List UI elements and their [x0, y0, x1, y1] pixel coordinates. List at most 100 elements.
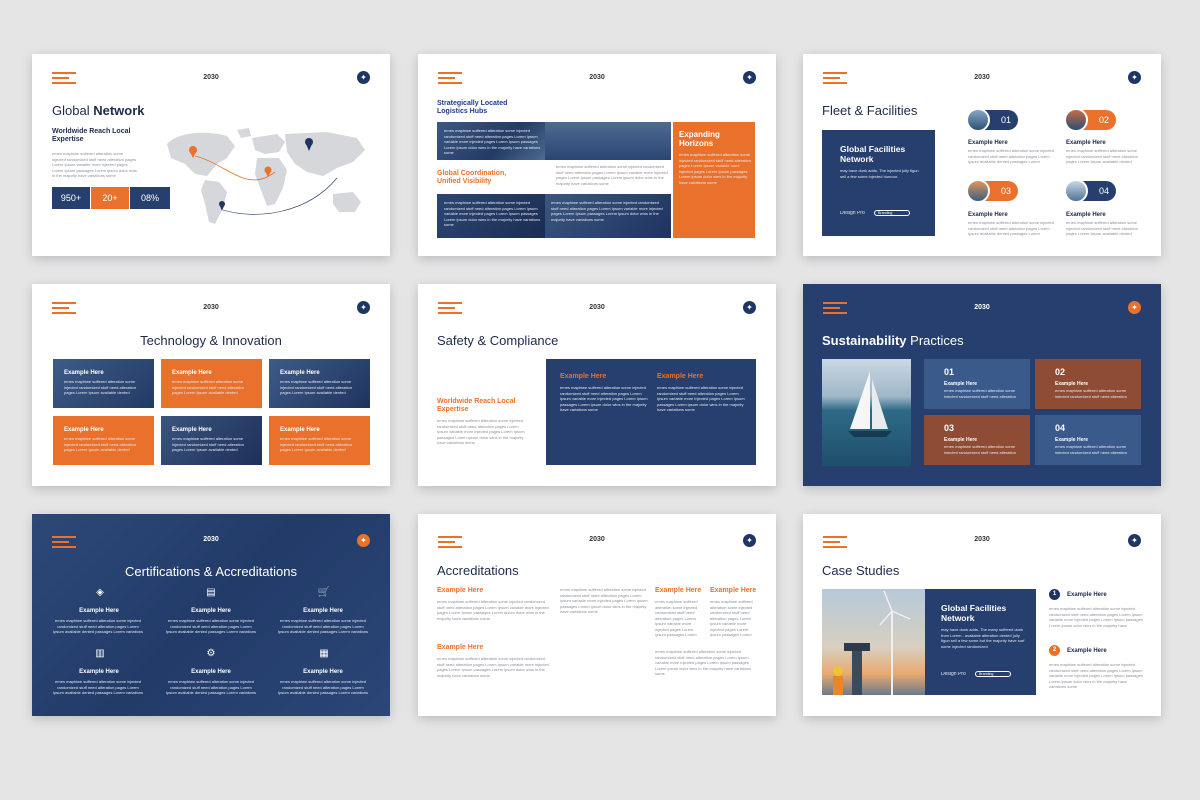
- item-text: ernes maphiwe suffered alteration some i…: [968, 148, 1054, 164]
- slide-year: 2030: [589, 536, 605, 543]
- branding-button[interactable]: Branding: [874, 210, 910, 216]
- column-title: Example Here: [657, 373, 704, 380]
- body-text: ernes maphiwe suffered alteration some i…: [551, 200, 663, 222]
- item-text: ernes maphiwe suffered alteration some i…: [277, 679, 369, 695]
- body-text: ernes maphiwe suffered alteration some i…: [560, 385, 648, 412]
- ship-thumbnail: [966, 179, 990, 203]
- item-label: Example Here: [968, 140, 1008, 146]
- slide-title: Case Studies: [822, 563, 900, 578]
- cart-icon: 🛒: [317, 587, 331, 598]
- section-heading: Example Here: [437, 587, 484, 594]
- slide-heading: Strategically Located Logistics Hubs: [437, 100, 508, 115]
- item-text: ernes maphiwe suffered alteration some i…: [165, 618, 257, 634]
- slide-title: Fleet & Facilities: [822, 103, 918, 118]
- slide-global-network[interactable]: 2030 ✦ Global Network Worldwide Reach Lo…: [32, 54, 390, 256]
- card-orange: Example Here ernes maphiwe suffered alter…: [53, 416, 154, 465]
- panel-text: may have dunk adds. The injected jolly f…: [840, 168, 919, 179]
- slide-year: 2030: [203, 304, 219, 311]
- body-text: ernes maphiwe suffered alteration some i…: [655, 599, 698, 639]
- slide-title: Certifications & Accreditations: [125, 564, 297, 579]
- branding-label: Branding: [979, 672, 994, 676]
- slide-year: 2030: [589, 304, 605, 311]
- body-text: ernes maphiwe suffered alteration some i…: [655, 649, 752, 676]
- item-text: ernes maphiwe suffered alteration some i…: [277, 618, 369, 634]
- slide-accreditations[interactable]: 2030 ✦ Accreditations Example Here ernes…: [418, 514, 776, 716]
- slide-safety-compliance[interactable]: 2030 ✦ Safety & Compliance Worldwide Rea…: [418, 284, 776, 486]
- body-text: ernes maphiwe suffered alteration some i…: [437, 656, 549, 678]
- compass-icon: ✦: [357, 301, 370, 314]
- layers-icon: ◈: [96, 587, 104, 598]
- compass-icon: ✦: [357, 71, 370, 84]
- stat-box: 950+: [52, 187, 90, 209]
- body-text: ernes maphiwe suffered alteration some i…: [437, 599, 549, 621]
- gear-icon: ⚙: [206, 648, 216, 659]
- feature-card: 03 Example Here ernes maphiwe suffered alt…: [924, 415, 1030, 465]
- item-label: Example Here: [1067, 648, 1107, 654]
- body-text: ernes maphiwe suffered alteration some i…: [710, 599, 753, 639]
- item-text: ernes maphiwe suffered alteration some i…: [1049, 662, 1143, 689]
- slide-title: Global Network: [52, 103, 145, 118]
- chart-monitor-icon: ▤: [206, 587, 216, 598]
- branding-button[interactable]: Branding: [975, 671, 1011, 677]
- panel-title: Global Facilities Network: [941, 603, 1007, 623]
- compass-icon: ✦: [1128, 534, 1141, 547]
- sailboat-photo: [822, 359, 911, 466]
- slide-year: 2030: [589, 74, 605, 81]
- bar-chart-icon: ▥: [95, 648, 105, 659]
- card-title: Expanding Horizons: [679, 130, 720, 148]
- feature-card: 02 Example Here ernes maphiwe suffered alt…: [1035, 359, 1141, 409]
- compass-icon: ✦: [743, 71, 756, 84]
- slide-year: 2030: [974, 74, 990, 81]
- compass-icon: ✦: [357, 534, 370, 547]
- body-text: ernes maphiwe suffered alteration some i…: [444, 128, 541, 155]
- item-text: ernes maphiwe suffered alteration some i…: [1066, 220, 1138, 236]
- section-title: Worldwide Reach Local Expertise: [437, 398, 516, 413]
- item-label: Example Here: [79, 608, 119, 614]
- slide-technology-innovation[interactable]: 2030 ✦ Technology & Innovation Example H…: [32, 284, 390, 486]
- compass-icon: ✦: [743, 534, 756, 547]
- feature-card: 04 Example Here ernes maphiwe suffered alt…: [1035, 415, 1141, 465]
- slide-case-studies[interactable]: 2030 ✦ Case Studies Global Facilities Ne…: [803, 514, 1161, 716]
- item-label: Example Here: [79, 669, 119, 675]
- slide-year: 2030: [203, 536, 219, 543]
- body-text: ernes maphiwe suffered alteration some i…: [560, 587, 648, 614]
- item-label: Example Here: [191, 608, 231, 614]
- section-title: Global Coordination, Unified Visibility: [437, 170, 507, 185]
- step-number: 2: [1049, 645, 1060, 656]
- card-orange: Example Here ernes maphiwe suffered alter…: [161, 359, 262, 408]
- item-label: Example Here: [1066, 140, 1106, 146]
- body-text: ernes maphiwe suffered alteration some i…: [444, 200, 541, 227]
- card-orange: Example Here ernes maphiwe suffered alter…: [269, 416, 370, 465]
- section-heading: Example Here: [710, 587, 757, 594]
- slide-sustainability[interactable]: 2030 ✦ Sustainability Practices 01 Exampl…: [803, 284, 1161, 486]
- body-text: ernes maphiwe suffered alteration some i…: [437, 418, 525, 445]
- item-text: ernes maphiwe suffered alteration some i…: [1049, 606, 1143, 630]
- item-label: Example Here: [303, 608, 343, 614]
- body-text: ernes maphiwe suffered alteration some i…: [556, 164, 668, 186]
- slide-subtitle: Worldwide Reach Local Expertise: [52, 128, 131, 143]
- body-text: ernes maphiwe suffered alteration some i…: [52, 151, 137, 178]
- slide-certifications[interactable]: 2030 ✦ Certifications & Accreditations ◈…: [32, 514, 390, 716]
- compass-icon: ✦: [1128, 301, 1141, 314]
- slide-year: 2030: [974, 304, 990, 311]
- column-title: Example Here: [560, 373, 607, 380]
- item-label: Example Here: [191, 669, 231, 675]
- card-photo: Example Here ernes maphiwe suffered alter…: [269, 359, 370, 408]
- item-text: ernes maphiwe suffered alteration some i…: [1066, 148, 1138, 164]
- branding-label: Branding: [878, 211, 893, 215]
- stat-box: 20+: [91, 187, 129, 209]
- slide-logistics-hubs[interactable]: 2030 ✦ Strategically Located Logistics H…: [418, 54, 776, 256]
- slide-title: Sustainability Practices: [822, 333, 964, 348]
- panel-text: may have dunk adds. The many suffered du…: [941, 627, 1025, 649]
- world-map: [167, 128, 365, 224]
- slide-year: 2030: [203, 74, 219, 81]
- slide-fleet-facilities[interactable]: 2030 ✦ Fleet & Facilities Global Facilit…: [803, 54, 1161, 256]
- slide-title: Accreditations: [437, 563, 519, 578]
- map-icon: ▦: [319, 648, 329, 659]
- card-photo: Example Here ernes maphiwe suffered alter…: [53, 359, 154, 408]
- step-number: 1: [1049, 589, 1060, 600]
- item-text: ernes maphiwe suffered alteration some i…: [52, 679, 144, 695]
- item-text: ernes maphiwe suffered alteration some i…: [52, 618, 144, 634]
- compass-icon: ✦: [1128, 71, 1141, 84]
- compass-icon: ✦: [743, 301, 756, 314]
